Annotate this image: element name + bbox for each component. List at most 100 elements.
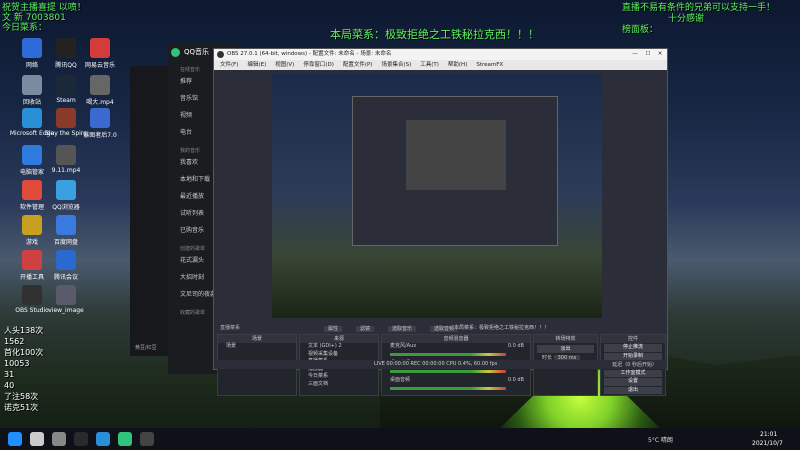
menu-item[interactable]: 文件(F) bbox=[220, 62, 238, 68]
status-text: LIVE 00:00:00 REC 00:00:00 CPU 0.4%, 60.… bbox=[374, 361, 498, 367]
app-icon bbox=[56, 215, 76, 235]
app-icon bbox=[56, 285, 76, 305]
stat-line: 31 bbox=[4, 370, 15, 379]
desktop-icon[interactable]: 腾讯会议 bbox=[38, 250, 94, 281]
transitions-header: 转场特效 bbox=[534, 335, 597, 343]
stat-line: 人头138次 bbox=[4, 326, 44, 335]
desktop-icon-label: 喝大.mp4 bbox=[86, 99, 114, 106]
control-button[interactable]: 开始录制 bbox=[604, 352, 662, 360]
transition-select[interactable]: 淡出 bbox=[537, 345, 594, 353]
app-icon bbox=[90, 75, 110, 95]
edge-icon[interactable] bbox=[96, 432, 110, 446]
volume-slider[interactable] bbox=[390, 353, 506, 356]
desktop-icon-label: 百度网盘 bbox=[53, 239, 78, 246]
search-icon[interactable] bbox=[30, 432, 44, 446]
obs-menubar: 文件(F) 编辑(E) 视图(V) 停靠窗口(D) 配置文件(P) 场景集合(S) 工具(T… bbox=[214, 60, 667, 70]
app-icon bbox=[56, 250, 76, 270]
menu-item[interactable]: 工具(T) bbox=[420, 62, 439, 68]
menu-item[interactable]: 配置文件(P) bbox=[343, 62, 373, 68]
weather-widget[interactable]: 5°C 晴朗 bbox=[648, 435, 673, 444]
control-button[interactable]: 退出 bbox=[604, 386, 662, 394]
scene-item[interactable]: 场景 bbox=[218, 343, 296, 351]
preview-nested-inner bbox=[406, 120, 506, 190]
status-right: 延迟（0 秒后开始） bbox=[612, 362, 657, 368]
desktop-icon[interactable]: QQ浏览器 bbox=[38, 180, 94, 211]
obs-titlebar: OBS 27.0.1 (64-bit, windows) - 配置文件: 未命名… bbox=[214, 49, 667, 60]
overlay-right-2: 十分感谢 bbox=[668, 14, 705, 24]
source-item[interactable]: 三面文档 bbox=[300, 381, 378, 389]
control-button[interactable]: 停止推流 bbox=[604, 344, 662, 352]
menu-item[interactable]: 视图(V) bbox=[275, 62, 294, 68]
desktop-icon[interactable]: view_image bbox=[38, 285, 94, 314]
music-icon[interactable] bbox=[118, 432, 132, 446]
menu-item[interactable]: 编辑(E) bbox=[247, 62, 266, 68]
source-item[interactable]: 视频采集设备 bbox=[300, 351, 378, 359]
scenes-header: 场景 bbox=[218, 335, 296, 343]
stat-line: 40 bbox=[4, 381, 15, 390]
mixer-channel: 麦克风/Aux 0.0 dB bbox=[382, 343, 530, 360]
desktop-icon-label: 腾讯会议 bbox=[53, 274, 78, 281]
obs-icon[interactable] bbox=[140, 432, 154, 446]
channel-name: 桌面音频 bbox=[390, 377, 411, 383]
toolbar-button[interactable]: 属性 bbox=[324, 326, 343, 332]
obs-statusbar: LIVE 00:00:00 REC 00:00:00 CPU 0.4%, 60.… bbox=[214, 360, 667, 369]
qq-music-window-edge[interactable] bbox=[130, 66, 170, 356]
channel-name: 麦克风/Aux bbox=[390, 343, 417, 349]
stats-overlay: 人头138次 1562 首化100次 10053 31 40 了注58次诺克51次 bbox=[4, 325, 64, 413]
maximize-button[interactable]: ☐ bbox=[642, 49, 654, 60]
qq-icon[interactable] bbox=[74, 432, 88, 446]
stat-line: 了注58次 bbox=[4, 392, 39, 401]
menu-item[interactable]: 帮助(H) bbox=[448, 62, 467, 68]
app-icon bbox=[90, 38, 110, 58]
desktop-icon-label: 网易云音乐 bbox=[84, 62, 115, 69]
desktop-icon[interactable]: 网易云音乐 bbox=[72, 38, 128, 69]
channel-db: 0.0 dB bbox=[507, 343, 524, 349]
desktop-icon-label: view_image bbox=[48, 307, 84, 314]
close-button[interactable]: ✕ bbox=[654, 49, 666, 60]
clock-date[interactable]: 2021/10/7 bbox=[752, 440, 783, 447]
toolbar-button[interactable]: 滤镜 bbox=[356, 326, 375, 332]
stat-line: 首化100次 bbox=[4, 348, 44, 357]
source-item[interactable]: 文本 (GDI+) 2 bbox=[300, 343, 378, 351]
obs-window[interactable]: OBS 27.0.1 (64-bit, windows) - 配置文件: 未命名… bbox=[213, 48, 668, 396]
clock-time[interactable]: 21:01 bbox=[760, 431, 777, 438]
control-button[interactable]: 工作室模式 bbox=[604, 369, 662, 377]
control-button[interactable]: 设置 bbox=[604, 378, 662, 386]
stat-line: 1562 bbox=[4, 337, 25, 346]
desktop-icon[interactable]: 暴图者后7.0 bbox=[72, 108, 128, 139]
obs-toolbar: 属性 滤镜 选取音乐 选取音频 bbox=[324, 324, 472, 333]
obs-preview[interactable] bbox=[272, 74, 602, 318]
taskbar: 5°C 晴朗 21:01 2021/10/7 bbox=[0, 428, 800, 450]
obs-logo-icon bbox=[217, 51, 224, 58]
menu-item[interactable]: 停靠窗口(D) bbox=[303, 62, 334, 68]
mixer-channel: 桌面音频 0.0 dB bbox=[382, 377, 530, 394]
stat-line: 诺克51次 bbox=[4, 403, 39, 412]
windows-logo-icon[interactable] bbox=[8, 432, 22, 446]
task-view-icon[interactable] bbox=[52, 432, 66, 446]
volume-slider[interactable] bbox=[390, 370, 506, 373]
desktop-icon-label: QQ浏览器 bbox=[52, 204, 80, 211]
now-playing[interactable]: 黄豆/红豆 bbox=[135, 344, 171, 351]
stat-line: 10053 bbox=[4, 359, 30, 368]
minimize-button[interactable]: — bbox=[629, 49, 641, 60]
obs-text-caption: 本局菜系：极致拒绝之工铁秘拉克西！！！ bbox=[454, 325, 550, 331]
sources-header: 来源 bbox=[300, 335, 378, 343]
desktop-icon-label: 9.11.mp4 bbox=[51, 167, 81, 174]
controls-header: 控件 bbox=[601, 335, 665, 343]
app-icon bbox=[56, 145, 76, 165]
overlay-center-title: 本局菜系：极致拒绝之工铁秘拉克西！！！ bbox=[330, 28, 539, 41]
toolbar-button[interactable]: 选取音乐 bbox=[388, 326, 417, 332]
menu-item[interactable]: StreamFX bbox=[476, 62, 503, 68]
desktop-icon[interactable]: 喝大.mp4 bbox=[72, 75, 128, 106]
app-icon bbox=[56, 180, 76, 200]
obs-scene-label: 直播菜系 bbox=[220, 325, 241, 331]
menu-item[interactable]: 场景集合(S) bbox=[381, 62, 411, 68]
qq-music-logo-icon bbox=[171, 48, 180, 57]
source-item[interactable]: 今日菜系 bbox=[300, 373, 378, 381]
desktop-icon[interactable]: 9.11.mp4 bbox=[38, 145, 94, 174]
desktop-icon-label: 暴图者后7.0 bbox=[83, 132, 117, 139]
desktop-icon[interactable]: 百度网盘 bbox=[38, 215, 94, 246]
mixer-header: 音频混音器 bbox=[382, 335, 530, 343]
app-icon bbox=[90, 108, 110, 128]
volume-slider[interactable] bbox=[390, 387, 506, 390]
